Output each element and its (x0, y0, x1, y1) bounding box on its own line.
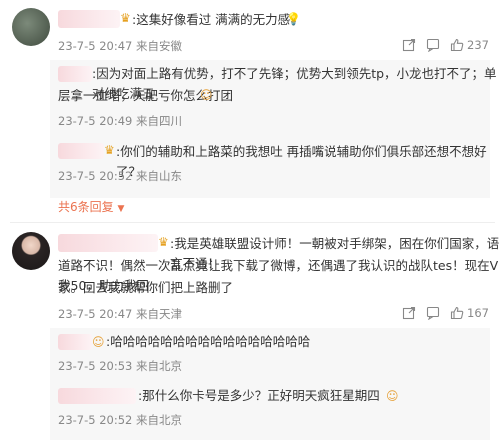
comment-icon[interactable] (426, 306, 440, 320)
avatar[interactable] (12, 232, 50, 270)
comment-actions: 237 (402, 38, 489, 52)
comment-meta: 23-7-5 20:47 来自天津 (58, 307, 183, 321)
comment-meta: 23-7-5 20:47 来自安徽 (58, 39, 183, 53)
thumbs-up-icon (450, 38, 464, 52)
share-icon[interactable] (402, 38, 416, 52)
username-blurred[interactable] (58, 143, 104, 159)
comment-actions: 167 (402, 306, 489, 320)
crown-badge-icon: ♛ (120, 11, 131, 25)
like-button[interactable]: 237 (450, 38, 489, 52)
username-blurred[interactable] (58, 66, 92, 82)
more-replies-label: 共6条回复 (58, 200, 114, 214)
chevron-down-icon: ▼ (117, 204, 125, 214)
like-button[interactable]: 167 (450, 306, 489, 320)
username-blurred[interactable] (58, 10, 120, 28)
emoji-icon: ☺ (92, 335, 105, 349)
crown-badge-icon: ♛ (104, 143, 115, 157)
divider (10, 222, 495, 223)
emoji-icon: ☺ (200, 88, 213, 102)
reply-meta: 23-7-5 20:53 来自北京 (58, 359, 183, 373)
reply-text: :那什么你卡号是多少？正好明天疯狂星期四 (138, 388, 380, 403)
lightbulb-emoji-icon: 💡 (286, 12, 301, 26)
like-count: 167 (467, 306, 489, 320)
share-icon[interactable] (402, 306, 416, 320)
username-blurred[interactable] (58, 234, 158, 252)
reply-text: :哈哈哈哈哈哈哈哈哈哈哈哈哈哈哈哈 (106, 334, 311, 349)
avatar[interactable] (12, 8, 50, 46)
thumbs-up-icon (450, 306, 464, 320)
more-replies-link[interactable]: 共6条回复 ▼ (58, 198, 124, 215)
username-blurred[interactable] (58, 334, 92, 350)
comment-text: 家。回去我就帮你们把上路删了 (58, 280, 234, 295)
reply-meta: 23-7-5 20:52 来自北京 (58, 413, 183, 427)
crown-badge-icon: ♛ (158, 235, 169, 249)
comment-text: :这集好像看过 满满的无力感 (132, 12, 291, 27)
comment-icon[interactable] (426, 38, 440, 52)
like-count: 237 (467, 38, 489, 52)
reply-meta: 23-7-5 20:52 来自山东 (58, 169, 183, 183)
username-blurred[interactable] (58, 388, 136, 404)
reply-meta: 23-7-5 20:49 来自四川 (58, 114, 183, 128)
emoji-icon: ☺ (386, 389, 399, 403)
